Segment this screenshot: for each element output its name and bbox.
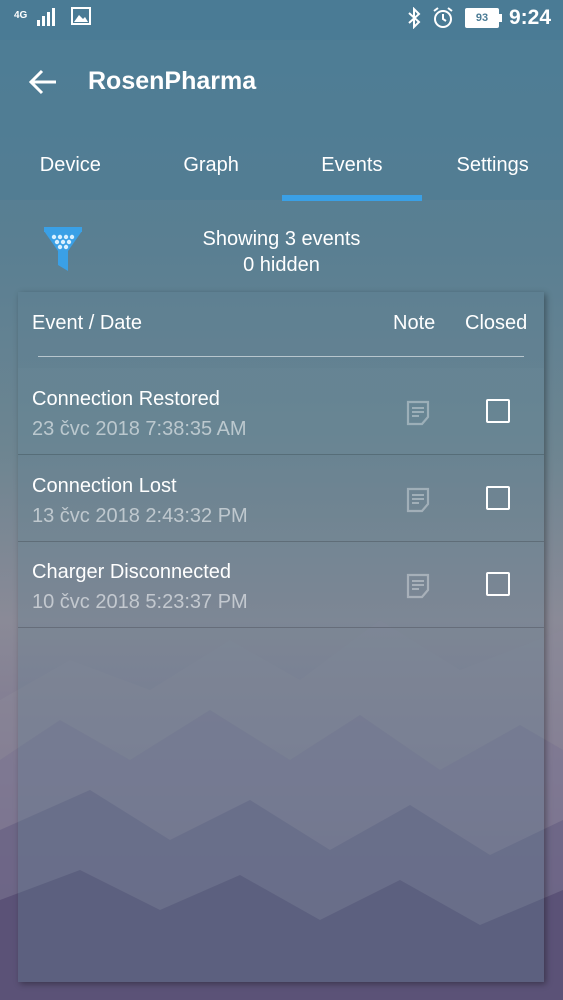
network-type: 4G bbox=[14, 10, 28, 21]
events-table: Event / Date Note Closed Connection Rest… bbox=[18, 292, 544, 982]
event-date: 13 čvc 2018 2:43:32 PM bbox=[32, 505, 248, 527]
column-header-note[interactable]: Note bbox=[393, 312, 435, 335]
table-header: Event / Date Note Closed bbox=[18, 292, 544, 356]
tab-events[interactable]: Events bbox=[281, 140, 423, 201]
page-title: RosenPharma bbox=[88, 67, 257, 95]
tab-bar: Device Graph Events Settings bbox=[0, 140, 563, 201]
closed-checkbox[interactable] bbox=[486, 486, 510, 510]
event-date: 23 čvc 2018 7:38:35 AM bbox=[32, 418, 247, 440]
back-arrow-icon[interactable] bbox=[28, 64, 60, 100]
header-divider bbox=[38, 356, 524, 357]
event-title: Connection Restored bbox=[32, 388, 220, 410]
note-icon[interactable] bbox=[404, 572, 432, 600]
event-title: Charger Disconnected bbox=[32, 561, 231, 583]
battery-icon: 93 bbox=[464, 8, 502, 28]
image-icon bbox=[71, 7, 92, 25]
app-bar: RosenPharma Device Graph Events Settings bbox=[0, 40, 563, 201]
closed-checkbox[interactable] bbox=[486, 399, 510, 423]
column-header-closed[interactable]: Closed bbox=[465, 312, 527, 335]
note-icon[interactable] bbox=[404, 486, 432, 514]
table-row[interactable]: Charger Disconnected 10 čvc 2018 5:23:37… bbox=[18, 541, 544, 628]
event-date: 10 čvc 2018 5:23:37 PM bbox=[32, 591, 248, 613]
column-header-event-date[interactable]: Event / Date bbox=[32, 312, 142, 335]
closed-checkbox[interactable] bbox=[486, 572, 510, 596]
event-title: Connection Lost bbox=[32, 475, 177, 497]
showing-count: Showing 3 events bbox=[202, 228, 361, 250]
hidden-count: 0 hidden bbox=[243, 254, 320, 276]
tab-device[interactable]: Device bbox=[0, 140, 141, 200]
note-icon[interactable] bbox=[404, 399, 432, 427]
filter-row: Showing 3 events 0 hidden bbox=[0, 220, 563, 280]
tab-graph[interactable]: Graph bbox=[141, 140, 282, 200]
table-row[interactable]: Connection Restored 23 čvc 2018 7:38:35 … bbox=[18, 368, 544, 455]
signal-icon bbox=[37, 8, 56, 26]
tab-settings[interactable]: Settings bbox=[422, 140, 563, 200]
alarm-icon bbox=[433, 7, 453, 28]
status-bar: 4G 93 9:24 bbox=[0, 0, 563, 40]
events-summary: Showing 3 events 0 hidden bbox=[0, 226, 563, 278]
table-row[interactable]: Connection Lost 13 čvc 2018 2:43:32 PM bbox=[18, 455, 544, 542]
clock: 9:24 bbox=[508, 6, 551, 29]
bluetooth-icon bbox=[408, 7, 421, 29]
